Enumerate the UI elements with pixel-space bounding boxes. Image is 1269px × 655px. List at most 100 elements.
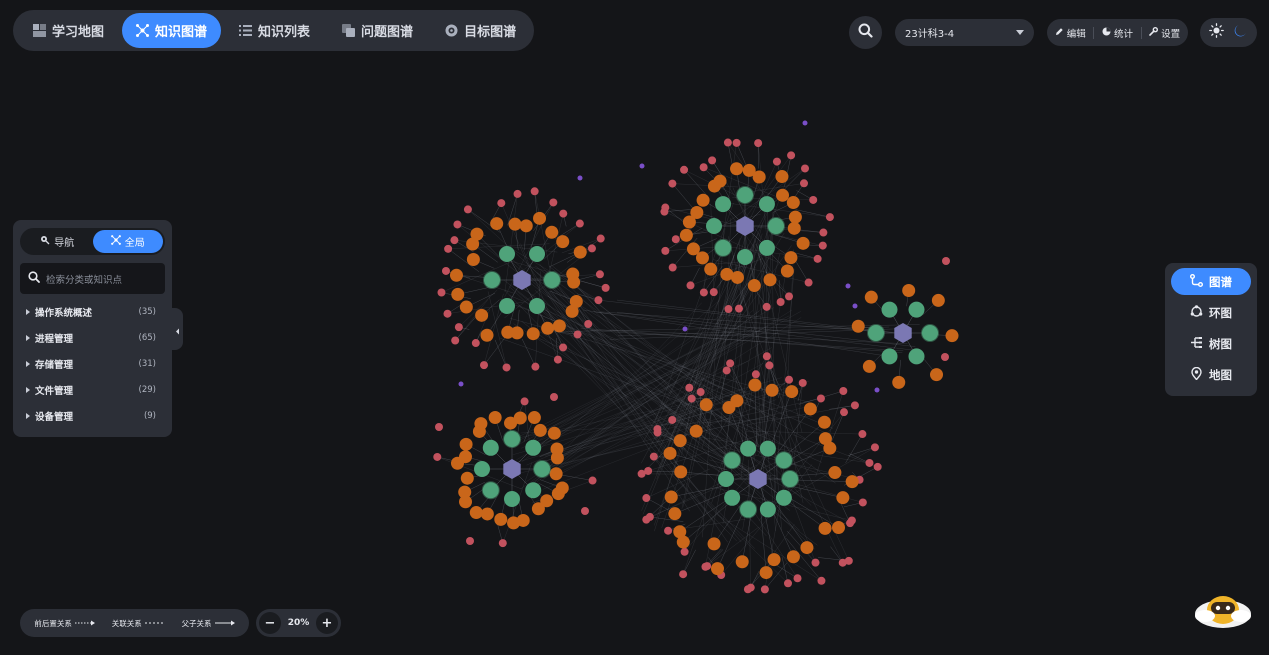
- category-search-input[interactable]: 检索分类或知识点: [20, 263, 165, 294]
- graph-node[interactable]: [714, 238, 733, 257]
- graph-node[interactable]: [735, 555, 749, 569]
- graph-node[interactable]: [674, 465, 688, 479]
- category-item[interactable]: 设备管理 (9): [20, 403, 165, 429]
- graph-node[interactable]: [767, 553, 781, 567]
- panel-collapse-button[interactable]: [172, 308, 183, 350]
- graph-node[interactable]: [776, 188, 790, 202]
- graph-node[interactable]: [685, 383, 694, 392]
- graph-node[interactable]: [800, 541, 814, 555]
- graph-node[interactable]: [588, 476, 597, 485]
- graph-node[interactable]: [663, 446, 677, 460]
- graph-node[interactable]: [668, 179, 677, 188]
- graph-node[interactable]: [488, 411, 502, 425]
- graph-node[interactable]: [783, 579, 792, 588]
- graph-node[interactable]: [699, 288, 708, 297]
- graph-node[interactable]: [451, 287, 465, 301]
- graph-node[interactable]: [740, 440, 757, 457]
- graph-node[interactable]: [772, 157, 781, 166]
- graph-node[interactable]: [881, 348, 898, 365]
- graph-node[interactable]: [724, 305, 733, 314]
- graph-node[interactable]: [752, 170, 766, 184]
- graph-node[interactable]: [819, 228, 828, 237]
- graph-node[interactable]: [751, 370, 760, 379]
- graph-node[interactable]: [668, 415, 677, 424]
- graph-node[interactable]: [690, 206, 704, 220]
- graph-node[interactable]: [811, 558, 820, 567]
- graph-node[interactable]: [715, 196, 732, 213]
- graph-node[interactable]: [864, 290, 878, 304]
- graph-node[interactable]: [759, 566, 773, 580]
- tab-goal-graph[interactable]: 目标图谱: [431, 13, 530, 48]
- graph-node[interactable]: [543, 271, 561, 289]
- graph-node[interactable]: [945, 329, 959, 343]
- graph-node[interactable]: [474, 417, 488, 431]
- edit-button[interactable]: 编辑: [1055, 26, 1086, 40]
- graph-node[interactable]: [481, 481, 500, 500]
- graph-node[interactable]: [480, 361, 489, 370]
- graph-node[interactable]: [508, 217, 522, 231]
- search-button[interactable]: [849, 16, 882, 49]
- graph-node[interactable]: [870, 443, 879, 452]
- graph-node[interactable]: [832, 521, 846, 535]
- graph-node[interactable]: [701, 562, 710, 571]
- graph-node[interactable]: [507, 516, 521, 530]
- graph-node[interactable]: [513, 189, 522, 198]
- graph-node[interactable]: [780, 264, 794, 278]
- graph-node[interactable]: [644, 466, 653, 475]
- graph-node[interactable]: [499, 246, 515, 263]
- graph-node[interactable]: [713, 174, 727, 188]
- category-item[interactable]: 存储管理 (31): [20, 351, 165, 377]
- graph-node[interactable]: [450, 236, 459, 245]
- graph-node[interactable]: [673, 525, 687, 539]
- graph-node[interactable]: [459, 300, 473, 314]
- graph-node[interactable]: [577, 175, 583, 181]
- graph-node[interactable]: [497, 199, 506, 208]
- graph-node[interactable]: [547, 426, 561, 440]
- graph-node[interactable]: [801, 164, 810, 173]
- sun-icon[interactable]: [1208, 23, 1224, 42]
- tab-learning-map[interactable]: 学习地图: [19, 13, 118, 48]
- graph-node[interactable]: [594, 296, 603, 305]
- graph-node[interactable]: [480, 328, 494, 342]
- graph-node[interactable]: [469, 506, 483, 520]
- graph-node[interactable]: [463, 205, 472, 214]
- graph-node[interactable]: [722, 366, 731, 375]
- graph-node[interactable]: [858, 498, 867, 507]
- zoom-in-button[interactable]: +: [315, 612, 338, 634]
- graph-node[interactable]: [550, 393, 558, 401]
- graph-node[interactable]: [732, 138, 741, 147]
- graph-node[interactable]: [673, 434, 687, 448]
- graph-node[interactable]: [553, 355, 562, 364]
- category-item[interactable]: 进程管理 (65): [20, 325, 165, 351]
- graph-node[interactable]: [499, 297, 515, 314]
- graph-node[interactable]: [435, 423, 443, 431]
- graph-node[interactable]: [776, 298, 785, 307]
- graph-node[interactable]: [682, 326, 688, 332]
- graph-node[interactable]: [902, 284, 916, 298]
- graph-node[interactable]: [747, 279, 761, 293]
- mode-nav-button[interactable]: 导航: [22, 230, 93, 253]
- graph-node[interactable]: [724, 489, 741, 506]
- graph-node[interactable]: [931, 293, 945, 307]
- view-graph-button[interactable]: 图谱: [1171, 268, 1251, 295]
- graph-node[interactable]: [530, 187, 539, 196]
- graph-node[interactable]: [679, 570, 688, 579]
- view-map-button[interactable]: 地图: [1171, 361, 1251, 388]
- graph-node[interactable]: [775, 170, 789, 184]
- graph-node[interactable]: [639, 163, 645, 169]
- graph-node[interactable]: [758, 196, 775, 213]
- graph-node[interactable]: [706, 218, 722, 234]
- mode-global-button[interactable]: 全局: [92, 230, 163, 253]
- graph-node[interactable]: [559, 209, 568, 218]
- tab-knowledge-list[interactable]: 知识列表: [225, 13, 324, 48]
- graph-node[interactable]: [825, 213, 834, 222]
- graph-node[interactable]: [458, 450, 472, 464]
- graph-node[interactable]: [874, 387, 880, 393]
- graph-node[interactable]: [704, 262, 718, 276]
- graph-node[interactable]: [781, 470, 799, 488]
- graph-node[interactable]: [737, 249, 753, 265]
- graph-node[interactable]: [699, 163, 708, 172]
- graph-node[interactable]: [433, 452, 442, 461]
- graph-node[interactable]: [921, 324, 939, 342]
- graph-node[interactable]: [460, 471, 474, 485]
